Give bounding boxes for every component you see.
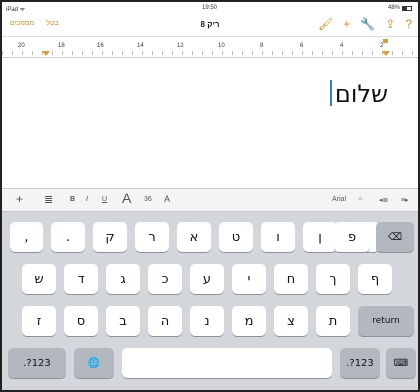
ruler-indent-marker[interactable] (42, 51, 50, 56)
align-button[interactable]: ≡· (358, 196, 364, 203)
globe-key[interactable]: 🌐 (74, 348, 114, 378)
key-final-pe[interactable]: ף (358, 264, 392, 294)
key-tsadi[interactable]: צ (274, 306, 308, 336)
key-qof[interactable]: ק (93, 222, 127, 252)
key-bet[interactable]: ב (106, 306, 140, 336)
bold-button[interactable]: B (70, 196, 75, 203)
share-icon[interactable]: ⇪ (385, 17, 395, 31)
font-size-decrease-button[interactable]: A (164, 194, 170, 204)
key-he[interactable]: ה (148, 306, 182, 336)
keyboard-hide-icon: ⌨ (393, 357, 409, 369)
key-resh[interactable]: ר (135, 222, 169, 252)
underline-button[interactable]: U (102, 196, 107, 203)
ruler-label: 18 (58, 43, 65, 49)
add-icon[interactable]: + (343, 17, 350, 31)
ruler-ticks (2, 51, 418, 55)
ruler-label: 16 (97, 43, 104, 49)
insert-button[interactable]: + (16, 192, 23, 206)
document-toolbar: מסמכים בטל ריק 8 🖌 + 🔧 ⇪ ? (2, 14, 418, 36)
hide-keyboard-key[interactable]: ⌨ (386, 348, 416, 378)
help-icon[interactable]: ? (405, 17, 412, 31)
font-size-value[interactable]: 36 (144, 196, 152, 203)
ruler-label: 20 (18, 43, 25, 49)
text-caret (330, 80, 332, 106)
indent-increase-button[interactable]: ≡▸ (401, 196, 409, 204)
numbers-key-left[interactable]: .?123 (8, 348, 66, 378)
key-yod[interactable]: י (232, 264, 266, 294)
key-ayin[interactable]: ע (190, 264, 224, 294)
document-text[interactable]: שלום (335, 80, 388, 108)
return-key[interactable]: return (358, 306, 414, 336)
key-comma[interactable]: , (10, 222, 43, 252)
format-bar: + ≣ B I U A 36 A Arial ≡· ◂≣ ≡▸ (2, 188, 418, 212)
ipad-screen: iPad ᯤ 19:50 48% מסמכים בטל ריק 8 🖌 + 🔧 … (0, 0, 420, 392)
ruler-label: 4 (340, 43, 344, 49)
key-pe-visible[interactable]: פ (334, 222, 370, 252)
ruler: 20 18 16 14 12 10 8 6 4 2 (2, 36, 418, 58)
key-tet[interactable]: ט (219, 222, 253, 252)
carrier-label: iPad ᯤ (6, 7, 26, 13)
ruler-tab-marker[interactable] (383, 39, 388, 43)
wrench-icon[interactable]: 🔧 (360, 17, 375, 31)
key-zayin[interactable]: ז (22, 306, 56, 336)
status-time: 19:50 (202, 5, 218, 11)
key-period[interactable]: . (51, 222, 85, 252)
indent-decrease-button[interactable]: ◂≣ (379, 196, 388, 204)
key-het[interactable]: ח (274, 264, 308, 294)
ruler-label: 10 (218, 43, 225, 49)
globe-icon: 🌐 (87, 357, 101, 369)
ruler-label: 6 (300, 43, 304, 49)
key-tav[interactable]: ת (316, 306, 350, 336)
key-samekh[interactable]: ס (64, 306, 98, 336)
space-key[interactable] (122, 348, 332, 378)
key-dalet[interactable]: ד (64, 264, 98, 294)
status-bar: iPad ᯤ 19:50 48% (2, 2, 418, 14)
ruler-label: 14 (137, 43, 144, 49)
italic-button[interactable]: I (86, 196, 88, 203)
key-gimel[interactable]: ג (106, 264, 140, 294)
numbers-key-right[interactable]: .?123 (340, 348, 380, 378)
battery-icon (402, 5, 412, 11)
ruler-label: 2 (380, 43, 384, 49)
key-kaf[interactable]: כ (148, 264, 182, 294)
battery-indicator: 48% (388, 5, 412, 11)
key-vav[interactable]: ו (261, 222, 295, 252)
key-alef[interactable]: א (177, 222, 211, 252)
format-brush-icon[interactable]: 🖌 (318, 17, 333, 31)
key-final-nun[interactable]: ן (303, 222, 337, 252)
font-name-button[interactable]: Arial (332, 196, 346, 203)
toolbar-right-items: 🖌 + 🔧 ⇪ ? (318, 17, 412, 31)
battery-percent: 48% (387, 5, 400, 11)
paragraph-style-button[interactable]: ≣ (44, 193, 53, 206)
font-size-increase-button[interactable]: A (122, 190, 131, 206)
document-body[interactable]: שלום (2, 58, 418, 188)
key-mem[interactable]: מ (232, 306, 266, 336)
key-final-kaf[interactable]: ך (316, 264, 350, 294)
key-shin[interactable]: ש (22, 264, 56, 294)
delete-icon: ⌫ (387, 231, 403, 243)
ruler-indent-marker[interactable] (382, 51, 390, 56)
ruler-label: 12 (177, 43, 184, 49)
key-nun[interactable]: נ (190, 306, 224, 336)
ruler-label: 8 (260, 43, 264, 49)
backspace-key[interactable]: ⌫ (376, 222, 414, 252)
